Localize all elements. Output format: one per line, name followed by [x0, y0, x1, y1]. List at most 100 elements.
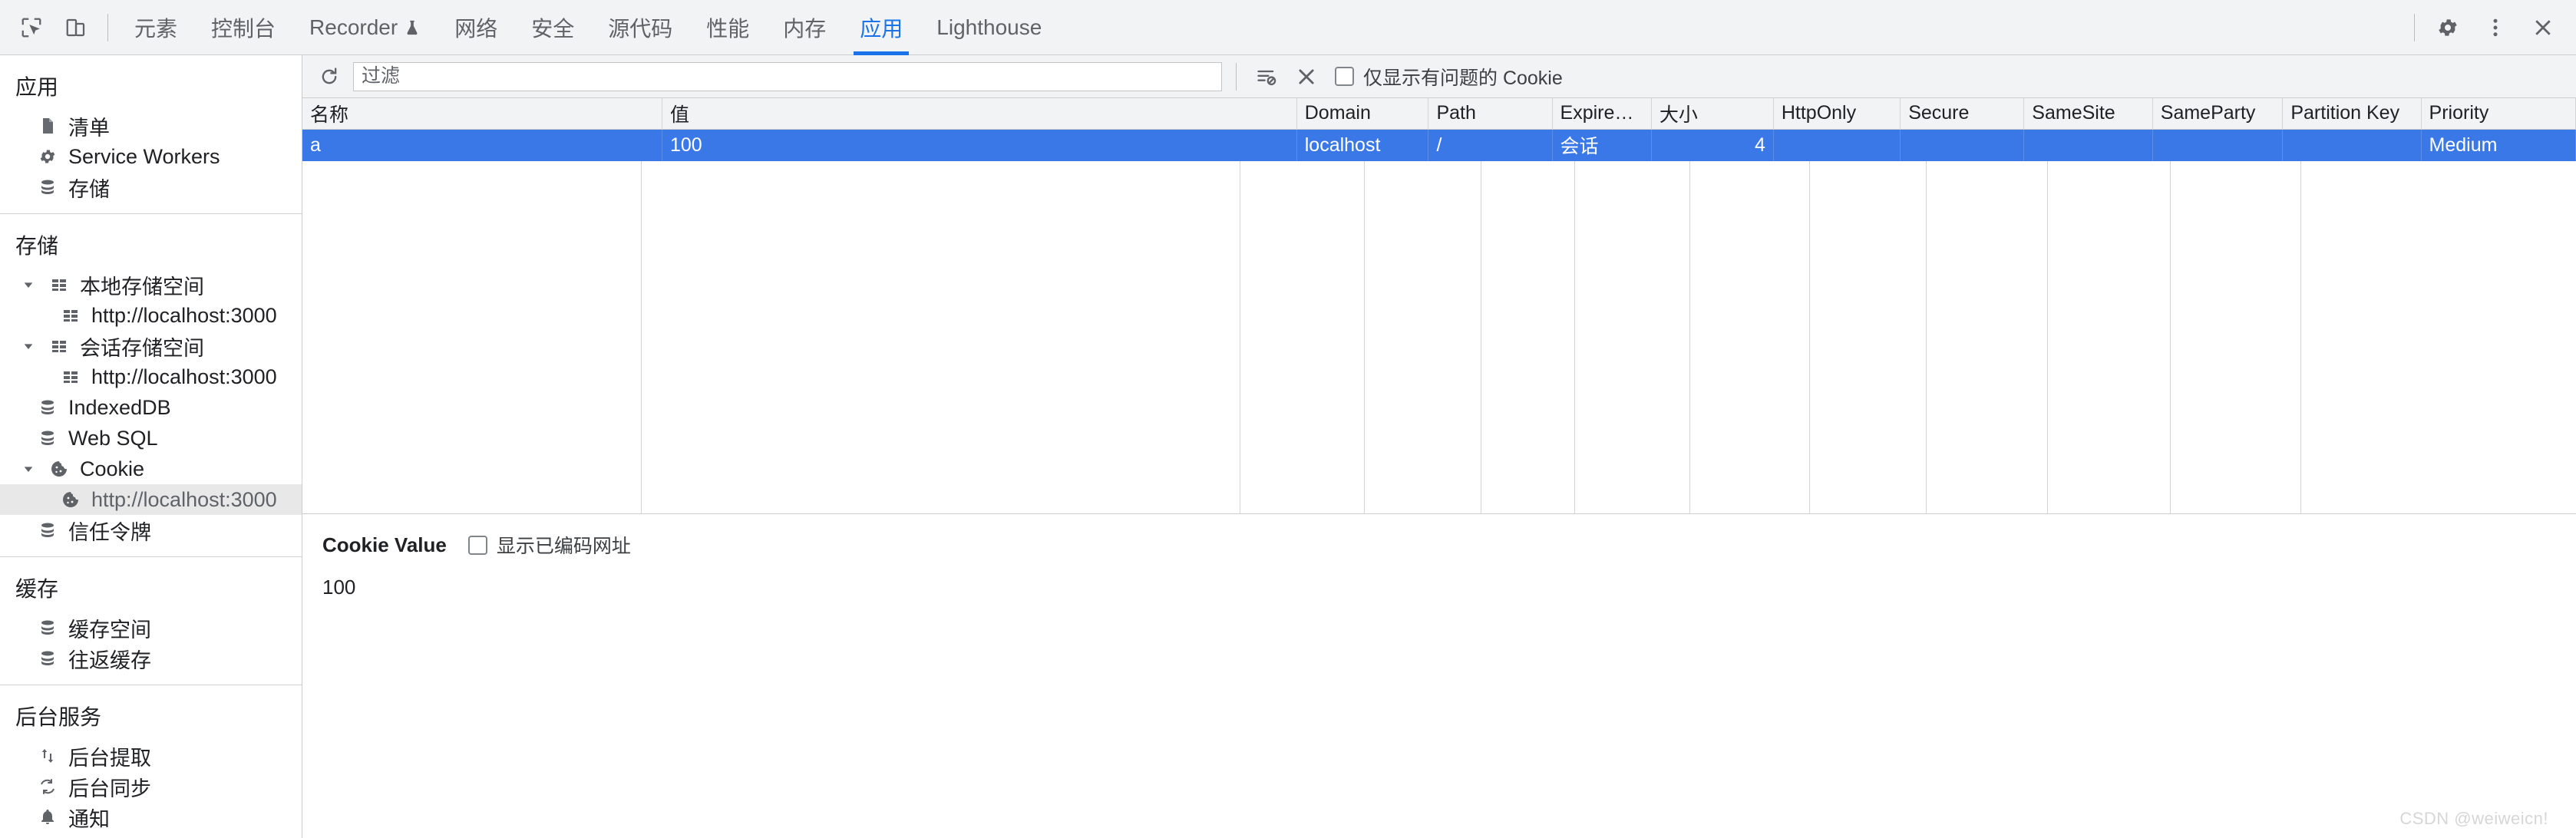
- device-toolbar-icon[interactable]: [54, 5, 98, 50]
- sidebar-item-label: http://localhost:3000: [91, 365, 277, 388]
- chevron-down-icon[interactable]: [20, 279, 37, 291]
- column-header-sameparty[interactable]: SameParty: [2152, 98, 2284, 130]
- sidebar-section-title: 后台服务: [15, 705, 102, 729]
- tab-label: 源代码: [608, 16, 673, 41]
- sidebar-item-trust-tokens[interactable]: 信任令牌: [0, 515, 302, 546]
- cell-domain[interactable]: localhost: [1296, 129, 1429, 161]
- tab-network[interactable]: 网络: [438, 0, 514, 55]
- column-header-domain[interactable]: Domain: [1296, 98, 1429, 130]
- show-encoded-url-checkbox[interactable]: 显示已编码网址: [467, 531, 631, 559]
- column-header-expires[interactable]: Expires / ...: [1552, 98, 1652, 130]
- flask-icon: [404, 19, 421, 36]
- checkbox-box[interactable]: [1335, 67, 1354, 86]
- sidebar-item-label: 通知: [68, 807, 110, 831]
- cell-size[interactable]: 4: [1651, 129, 1774, 161]
- sidebar-item-notifications[interactable]: 通知: [0, 802, 302, 833]
- column-header-priority[interactable]: Priority: [2421, 98, 2576, 130]
- sidebar-item-cookie[interactable]: Cookie: [0, 454, 302, 484]
- clear-all-cookies-icon[interactable]: [1290, 61, 1323, 93]
- cell-secure[interactable]: [1900, 129, 2025, 161]
- sidebar-item-label: 付款处理程度: [68, 833, 193, 838]
- manifest-document-icon: [37, 117, 58, 135]
- sidebar-item-session-storage[interactable]: 会话存储空间: [0, 331, 302, 361]
- sidebar-item-label: 信任令牌: [68, 520, 151, 544]
- sidebar-item-background-sync[interactable]: 后台同步: [0, 771, 302, 802]
- devtools-main-toolbar: 元素 控制台 Recorder 网络 安全 源代码 性能 内存 应用 Light…: [0, 0, 2576, 55]
- cell-expires[interactable]: 会话: [1552, 129, 1652, 161]
- sidebar-section-title: 缓存: [15, 577, 59, 601]
- bell-icon: [37, 808, 58, 826]
- cell-value[interactable]: 100: [662, 129, 1297, 161]
- table-row[interactable]: a 100 localhost / 会话 4 Medium: [302, 129, 2576, 161]
- cell-priority[interactable]: Medium: [2421, 129, 2576, 161]
- cell-httponly[interactable]: [1773, 129, 1901, 161]
- cell-name[interactable]: a: [302, 129, 662, 161]
- sidebar-item-storage[interactable]: 存储: [0, 172, 302, 203]
- cell-sameparty[interactable]: [2152, 129, 2284, 161]
- tab-label: 安全: [531, 16, 575, 41]
- sidebar-item-web-sql[interactable]: Web SQL: [0, 423, 302, 454]
- cookie-value-panel: Cookie Value 显示已编码网址 100: [302, 514, 2576, 599]
- sidebar-item-back-forward-cache[interactable]: 往返缓存: [0, 643, 302, 674]
- tab-label: 网络: [454, 16, 498, 41]
- cookies-table: 名称 值 Domain Path Expires / ... 大小 HttpOn…: [302, 98, 2576, 161]
- column-header-partition-key[interactable]: Partition Key: [2282, 98, 2422, 130]
- checkbox-box[interactable]: [467, 535, 487, 555]
- chevron-down-icon[interactable]: [20, 463, 37, 475]
- inspect-cursor-icon[interactable]: [9, 5, 54, 50]
- tab-recorder[interactable]: Recorder: [292, 0, 438, 55]
- tab-performance[interactable]: 性能: [689, 0, 766, 55]
- column-header-path[interactable]: Path: [1428, 98, 1553, 130]
- only-issues-checkbox[interactable]: 仅显示有问题的 Cookie: [1335, 63, 1563, 91]
- sidebar-item-cache-storage[interactable]: 缓存空间: [0, 612, 302, 643]
- sidebar-item-indexeddb[interactable]: IndexedDB: [0, 392, 302, 423]
- tab-memory[interactable]: 内存: [766, 0, 843, 55]
- cookie-value-title: Cookie Value: [322, 533, 447, 556]
- column-header-name[interactable]: 名称: [302, 98, 662, 130]
- cell-samesite[interactable]: [2023, 129, 2153, 161]
- sidebar-item-manifest[interactable]: 清单: [0, 111, 302, 141]
- sidebar-item-label: http://localhost:3000: [91, 303, 277, 327]
- sidebar-item-label: 往返缓存: [68, 648, 151, 672]
- sidebar-item-local-storage[interactable]: 本地存储空间: [0, 269, 302, 300]
- column-header-secure[interactable]: Secure: [1900, 98, 2025, 130]
- tab-application[interactable]: 应用: [843, 0, 920, 55]
- sidebar-item-background-fetch[interactable]: 后台提取: [0, 741, 302, 771]
- application-sidebar: 应用 清单 Service Workers 存储 存储 本地存储空间 http:…: [0, 55, 302, 838]
- database-icon: [37, 398, 58, 417]
- column-header-value[interactable]: 值: [662, 98, 1297, 130]
- tab-sources[interactable]: 源代码: [591, 0, 689, 55]
- more-vertical-icon[interactable]: [2472, 5, 2519, 50]
- table-empty-area: [302, 161, 2576, 514]
- tab-console[interactable]: 控制台: [194, 0, 292, 55]
- refresh-icon[interactable]: [313, 61, 345, 93]
- table-header-row: 名称 值 Domain Path Expires / ... 大小 HttpOn…: [302, 98, 2576, 130]
- tab-lighthouse[interactable]: Lighthouse: [920, 0, 1058, 55]
- toolbar-divider-right: [2414, 13, 2415, 41]
- tab-security[interactable]: 安全: [514, 0, 591, 55]
- chevron-down-icon[interactable]: [20, 340, 37, 352]
- tab-label: Recorder: [309, 15, 398, 39]
- cookies-table-container: 名称 值 Domain Path Expires / ... 大小 HttpOn…: [302, 98, 2576, 514]
- database-icon: [37, 521, 58, 539]
- panel-tab-list: 元素 控制台 Recorder 网络 安全 源代码 性能 内存 应用 Light…: [117, 0, 1058, 55]
- sidebar-item-session-storage-origin[interactable]: http://localhost:3000: [0, 361, 302, 392]
- cookie-icon: [60, 490, 81, 509]
- column-header-size[interactable]: 大小: [1651, 98, 1774, 130]
- sidebar-item-payment-handler[interactable]: 付款处理程度: [0, 833, 302, 838]
- clear-filter-icon[interactable]: [1250, 61, 1283, 93]
- sidebar-item-local-storage-origin[interactable]: http://localhost:3000: [0, 300, 302, 331]
- filter-input[interactable]: [353, 61, 1222, 91]
- column-header-httponly[interactable]: HttpOnly: [1773, 98, 1901, 130]
- cell-partition-key[interactable]: [2282, 129, 2422, 161]
- sidebar-item-cookie-origin[interactable]: http://localhost:3000: [0, 484, 302, 515]
- cell-path[interactable]: /: [1428, 129, 1553, 161]
- sidebar-item-service-workers[interactable]: Service Workers: [0, 141, 302, 172]
- database-icon: [37, 178, 58, 196]
- tab-label: 元素: [134, 16, 178, 41]
- tab-elements[interactable]: 元素: [117, 0, 194, 55]
- gear-icon[interactable]: [2424, 5, 2472, 50]
- close-icon[interactable]: [2519, 5, 2567, 50]
- column-header-samesite[interactable]: SameSite: [2023, 98, 2153, 130]
- sidebar-item-label: Cookie: [80, 457, 145, 480]
